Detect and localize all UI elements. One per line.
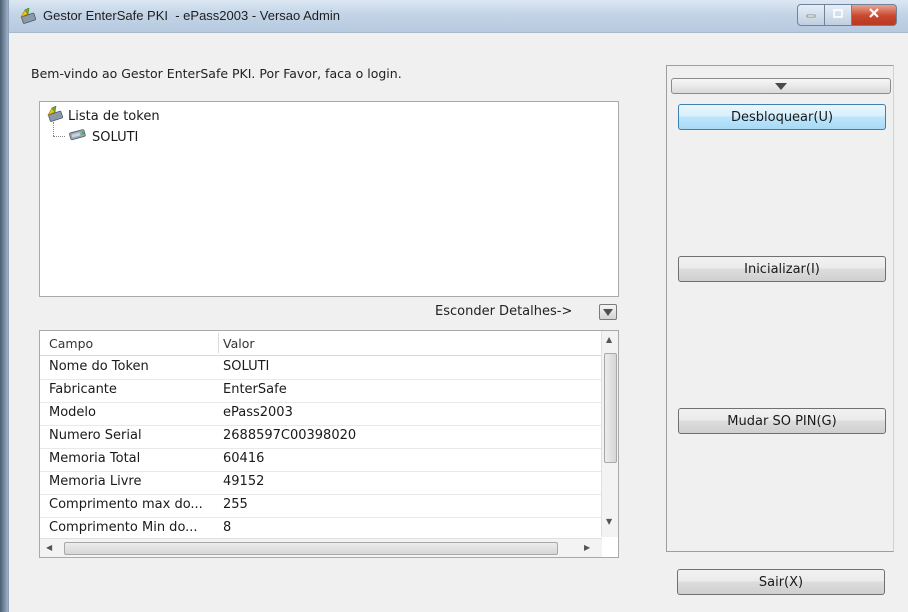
minimize-icon	[806, 8, 816, 23]
unlock-button[interactable]: Desbloquear(U)	[678, 104, 886, 130]
grid-header: Campo Valor	[40, 331, 602, 356]
field-value: 60416	[223, 451, 265, 466]
token-list-icon	[46, 105, 64, 126]
field-name: Comprimento Min do...	[49, 520, 198, 534]
maximize-icon	[833, 8, 843, 23]
table-row[interactable]: Memoria Total 60416	[40, 448, 602, 472]
table-row[interactable]: Nome do Token SOLUTI	[40, 356, 602, 380]
table-row[interactable]: Memoria Livre 49152	[40, 471, 602, 495]
tree-root-label: Lista de token	[68, 108, 160, 124]
token-icon	[68, 128, 88, 146]
grid-body: Nome do Token SOLUTI Fabricante EnterSaf…	[40, 356, 602, 534]
hide-details-label[interactable]: Esconder Detalhes->	[435, 304, 572, 319]
field-name: Fabricante	[49, 382, 117, 397]
column-divider[interactable]	[218, 333, 219, 353]
actions-panel: Desbloquear(U) Inicializar(I) Mudar SO P…	[666, 65, 894, 552]
main-window: Gestor EnterSafe PKI - ePass2003 - Versa…	[8, 0, 908, 612]
field-value: SOLUTI	[223, 359, 270, 374]
scroll-left-icon[interactable]: ◀	[46, 543, 52, 552]
field-value: ePass2003	[223, 405, 293, 420]
desktop-edge	[0, 0, 8, 612]
token-manager-icon	[19, 7, 37, 24]
tree-connector	[53, 122, 54, 136]
scroll-right-icon[interactable]: ▶	[584, 543, 590, 552]
tree-connector	[53, 136, 65, 137]
field-name: Memoria Total	[49, 451, 141, 466]
tree-item-soluti[interactable]: SOLUTI	[68, 128, 138, 146]
table-row[interactable]: Comprimento Min do... 8	[40, 517, 602, 534]
token-tree[interactable]: Lista de token SOLUTI	[39, 101, 619, 297]
minimize-button[interactable]	[797, 4, 825, 26]
chevron-down-icon	[775, 79, 787, 94]
field-value: 2688597C00398020	[223, 428, 357, 443]
horizontal-scrollbar[interactable]: ◀ ▶	[40, 538, 602, 557]
field-value: 8	[223, 520, 232, 534]
details-grid[interactable]: Campo Valor Nome do Token SOLUTI Fabrica…	[39, 330, 619, 558]
collapse-panel-button[interactable]	[671, 78, 891, 94]
welcome-message: Bem-vindo ao Gestor EnterSafe PKI. Por F…	[31, 66, 402, 81]
initialize-button[interactable]: Inicializar(I)	[678, 256, 886, 282]
horizontal-scroll-thumb[interactable]	[64, 542, 558, 555]
field-name: Modelo	[49, 405, 96, 420]
maximize-button[interactable]	[825, 4, 852, 26]
scroll-up-icon[interactable]: ▲	[606, 335, 612, 344]
table-row[interactable]: Numero Serial 2688597C00398020	[40, 425, 602, 449]
tree-item-label: SOLUTI	[92, 129, 139, 145]
field-value: 255	[223, 497, 248, 512]
scroll-down-icon[interactable]: ▼	[606, 517, 612, 526]
exit-button[interactable]: Sair(X)	[677, 569, 885, 595]
field-name: Comprimento max do...	[49, 497, 203, 512]
change-so-pin-button[interactable]: Mudar SO PIN(G)	[678, 408, 886, 434]
collapse-down-icon[interactable]	[599, 304, 617, 320]
field-name: Memoria Livre	[49, 474, 142, 489]
vertical-scroll-thumb[interactable]	[604, 353, 617, 463]
title-bar[interactable]: Gestor EnterSafe PKI - ePass2003 - Versa…	[9, 0, 908, 33]
close-button[interactable]	[852, 4, 897, 26]
table-row[interactable]: Fabricante EnterSafe	[40, 379, 602, 403]
table-row[interactable]: Comprimento max do... 255	[40, 494, 602, 518]
tree-root[interactable]: Lista de token	[46, 105, 160, 126]
window-title: Gestor EnterSafe PKI - ePass2003 - Versa…	[43, 8, 340, 23]
close-icon	[868, 7, 880, 23]
vertical-scrollbar[interactable]: ▲ ▼	[601, 331, 618, 537]
window-controls	[797, 4, 897, 26]
table-row[interactable]: Modelo ePass2003	[40, 402, 602, 426]
field-value: EnterSafe	[223, 382, 287, 397]
field-name: Nome do Token	[49, 359, 149, 374]
field-value: 49152	[223, 474, 265, 489]
field-name: Numero Serial	[49, 428, 142, 443]
column-header-campo[interactable]: Campo	[49, 336, 93, 351]
column-header-valor[interactable]: Valor	[223, 336, 255, 351]
